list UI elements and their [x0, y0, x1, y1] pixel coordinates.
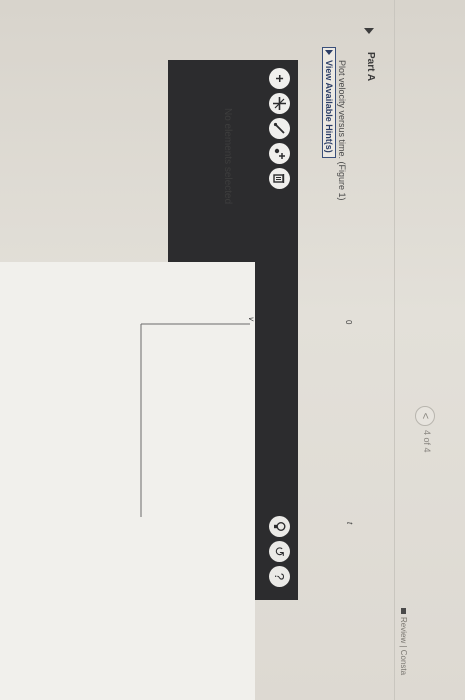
- lightbulb-icon: [274, 522, 286, 531]
- axes: [140, 323, 250, 517]
- crosshair-tool-button[interactable]: [269, 93, 290, 114]
- point-plus-icon: [274, 148, 285, 159]
- origin-label: 0: [344, 320, 353, 325]
- review-icon: [401, 608, 406, 614]
- review-label: Review | Consta: [399, 617, 408, 676]
- help-button[interactable]: ?: [269, 566, 290, 587]
- reset-button[interactable]: ↺: [269, 541, 290, 562]
- question-prompt: Plot velocity versus time. (Figure 1): [337, 60, 347, 201]
- collapse-caret-icon[interactable]: [364, 28, 374, 34]
- point-tool-button[interactable]: [269, 143, 290, 164]
- y-axis-label: v: [247, 317, 256, 321]
- line-tool-button[interactable]: [269, 118, 290, 139]
- page-counter: 4 of 4: [422, 430, 432, 453]
- view-hints-button[interactable]: View Available Hint(s): [322, 47, 336, 158]
- section-divider: [394, 0, 395, 700]
- hint-label: View Available Hint(s): [324, 60, 334, 153]
- add-vector-button[interactable]: +: [269, 68, 290, 89]
- x-axis-label: t: [345, 522, 354, 525]
- lightbulb-button[interactable]: [269, 516, 290, 537]
- plus-icon: +: [272, 74, 288, 83]
- selection-status: No elements selected: [222, 108, 233, 205]
- part-title[interactable]: Part A: [365, 52, 376, 81]
- previous-page-button[interactable]: <: [415, 406, 435, 426]
- crosshair-icon: [273, 97, 286, 110]
- help-icon: ?: [272, 572, 287, 581]
- rotated-screen: < 4 of 4 Review | Consta Part A Plot vel…: [0, 0, 465, 700]
- delete-button[interactable]: [269, 168, 290, 189]
- draw-line-icon: [273, 122, 285, 134]
- graph-canvas[interactable]: [0, 262, 255, 700]
- hint-caret-icon: [325, 50, 333, 55]
- reset-icon: ↺: [272, 546, 287, 557]
- trash-icon: [273, 174, 285, 183]
- top-bar: < 4 of 4 Review | Consta: [395, 0, 465, 700]
- review-link[interactable]: Review | Consta: [399, 608, 408, 675]
